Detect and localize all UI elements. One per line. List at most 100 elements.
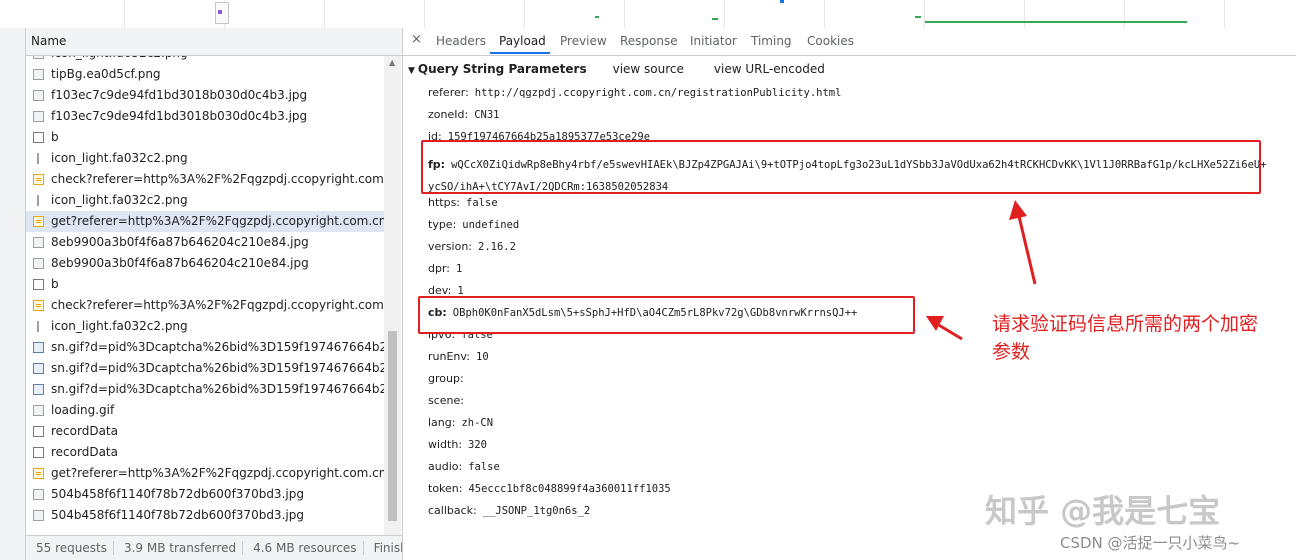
image-file-icon [33,489,44,500]
scrollbar-thumb[interactable] [388,331,397,521]
param-value[interactable]: 45eccc1bf8c048899f4a360011ff1035 [468,483,670,495]
active-tab-indicator [490,52,550,54]
timeline-bar [712,18,718,20]
request-name: icon_light.fa032c2.png [51,56,188,60]
param-key: version: [428,240,472,253]
param-key: callback: [428,504,477,517]
request-row[interactable]: 504b458f6f1140f78b72db600f370bd3.jpg [26,484,384,505]
tab-cookies[interactable]: Cookies [807,34,854,48]
image-file-icon [33,510,44,521]
request-row[interactable]: check?referer=http%3A%2F%2Fqgzpdj.ccopyr… [26,169,384,190]
request-row[interactable]: 8eb9900a3b0f4f6a87b646204c210e84.jpg [26,232,384,253]
request-row[interactable]: get?referer=http%3A%2F%2Fqgzpdj.ccopyrig… [26,211,384,232]
param-value[interactable]: 1 [456,263,462,275]
tab-headers[interactable]: Headers [436,34,486,48]
param-width: width: 320 [428,438,487,451]
line-file-icon [37,195,39,206]
timeline-bar [925,21,1187,23]
tab-response[interactable]: Response [620,34,678,48]
request-name: tipBg.ea0d5cf.png [51,67,161,81]
request-row[interactable]: icon_light.fa032c2.png [26,148,384,169]
param-value[interactable]: http://qgzpdj.ccopyright.com.cn/registra… [475,87,842,99]
arrow-up-icon [1009,200,1037,285]
param-value[interactable]: false [466,197,498,209]
request-row[interactable]: sn.gif?d=pid%3Dcaptcha%26bid%3D159f19746… [26,358,384,379]
param-value[interactable]: 320 [468,439,487,451]
param-scene: scene: [428,394,470,407]
param-key: referer: [428,86,469,99]
script-file-icon [33,216,44,227]
request-list-scrollbar[interactable]: ▲ ▼ [384,56,401,550]
param-zoneid: zoneId: CN31 [428,108,499,121]
request-name: icon_light.fa032c2.png [51,151,188,165]
annotation-line-1: 请求验证码信息所需的两个加密 [992,313,1259,335]
param-value[interactable]: 2.16.2 [478,241,516,253]
request-row[interactable]: sn.gif?d=pid%3Dcaptcha%26bid%3D159f19746… [26,379,384,400]
param-value[interactable]: __JSONP_1tg0n6s_2 [483,505,590,517]
image-file-icon [33,111,44,122]
request-name: 504b458f6f1140f78b72db600f370bd3.jpg [51,487,304,501]
image-file-icon [33,405,44,416]
param-lang: lang: zh-CN [428,416,493,429]
timeline-gridline [1124,0,1125,28]
param-value[interactable]: false [468,461,500,473]
network-timeline-overview[interactable] [0,0,1296,29]
param-key: token: [428,482,463,495]
name-column-header[interactable]: Name [26,28,402,56]
request-row[interactable]: icon_light.fa032c2.png [26,190,384,211]
timeline-gridline [624,0,625,28]
tab-initiator[interactable]: Initiator [690,34,737,48]
request-row[interactable]: icon_light.fa032c2.png [26,316,384,337]
request-row[interactable]: check?referer=http%3A%2F%2Fqgzpdj.ccopyr… [26,295,384,316]
annotation-text: 请求验证码信息所需的两个加密 参数 [992,310,1258,366]
line-file-icon [37,153,39,164]
view-url-encoded-link[interactable]: view URL-encoded [714,62,825,76]
param-version: version: 2.16.2 [428,240,516,253]
close-icon[interactable]: × [411,32,422,47]
scroll-up-icon[interactable]: ▲ [389,58,395,67]
timeline-bar [780,0,784,3]
finish-time: Finish: 23.2 [373,541,402,555]
request-name: sn.gif?d=pid%3Dcaptcha%26bid%3D159f19746… [51,382,384,396]
request-row[interactable]: b [26,127,384,148]
tab-payload[interactable]: Payload [499,34,546,48]
request-row[interactable]: recordData [26,421,384,442]
request-row[interactable]: 8eb9900a3b0f4f6a87b646204c210e84.jpg [26,253,384,274]
gif-file-icon [33,384,44,395]
request-row[interactable]: tipBg.ea0d5cf.png [26,64,384,85]
timeline-gridline [824,0,825,28]
tab-timing[interactable]: Timing [751,34,792,48]
timeline-gridline [724,0,725,28]
tab-preview[interactable]: Preview [560,34,607,48]
param-dpr: dpr: 1 [428,262,462,275]
request-name: sn.gif?d=pid%3Dcaptcha%26bid%3D159f19746… [51,361,384,375]
param-key: audio: [428,460,463,473]
fp-highlight-box [421,140,1261,194]
request-row[interactable]: b [26,274,384,295]
param-audio: audio: false [428,460,500,473]
view-source-link[interactable]: view source [613,62,684,76]
arrow-left-icon [926,316,963,341]
request-list-panel: Name icon_light.fa032c2.png tipBg.ea0d5cf… [26,28,403,560]
timeline-gridline [1024,0,1025,28]
param-value[interactable]: 10 [476,351,489,363]
query-string-section-header[interactable]: ▼ Query String Parameters view source view … [408,62,825,76]
request-row[interactable]: loading.gif [26,400,384,421]
timeline-gridline [324,0,325,28]
request-row[interactable]: f103ec7c9de94fd1bd3018b030d0c4b3.jpg [26,106,384,127]
script-file-icon [33,174,44,185]
request-row[interactable]: f103ec7c9de94fd1bd3018b030d0c4b3.jpg [26,85,384,106]
request-row[interactable]: 504b458f6f1140f78b72db600f370bd3.jpg [26,505,384,526]
image-file-icon [33,237,44,248]
request-row[interactable]: get?referer=http%3A%2F%2Fqgzpdj.ccopyrig… [26,463,384,484]
script-file-icon [33,468,44,479]
param-value[interactable]: zh-CN [461,417,493,429]
param-value[interactable]: CN31 [474,109,499,121]
param-token: token: 45eccc1bf8c048899f4a360011ff1035 [428,482,671,495]
expand-triangle-icon[interactable]: ▼ [408,66,415,76]
request-row[interactable]: recordData [26,442,384,463]
request-row[interactable]: sn.gif?d=pid%3Dcaptcha%26bid%3D159f19746… [26,337,384,358]
request-row[interactable]: icon_light.fa032c2.png [26,56,384,64]
param-value[interactable]: undefined [462,219,519,231]
transferred-size: 3.9 MB transferred [113,541,244,555]
